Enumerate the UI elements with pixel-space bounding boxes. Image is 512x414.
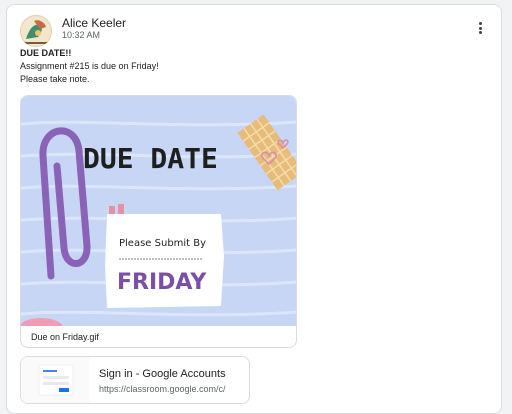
message-line: Assignment #215 is due on Friday! [20, 61, 159, 71]
author-name: Alice Keeler [62, 16, 127, 30]
attachment-filename: Due on Friday.gif [31, 332, 99, 342]
post-message: DUE DATE!! Assignment #215 is due on Fri… [20, 47, 159, 86]
gif-day: FRIDAY [117, 270, 207, 295]
gif-subheading: Please Submit By [119, 238, 206, 249]
gif-attachment[interactable]: DUE DATE Please Submit By FRIDAY Due on … [20, 95, 297, 348]
gif-heading: DUE DATE [83, 142, 218, 175]
stream-post-card: Alice Keeler 10:32 AM DUE DATE!! Assignm… [6, 4, 502, 414]
link-url: https://classroom.google.com/c/ [99, 384, 226, 394]
post-time: 10:32 AM [62, 30, 101, 40]
avatar-image [20, 15, 52, 47]
google-signin-thumbnail-icon [21, 357, 89, 403]
message-line: Please take note. [20, 74, 90, 84]
link-attachment[interactable]: Sign in - Google Accounts https://classr… [20, 356, 250, 404]
link-title: Sign in - Google Accounts [99, 368, 226, 380]
link-thumbnail [21, 357, 89, 403]
author-avatar[interactable] [20, 15, 52, 47]
due-date-gif-image: DUE DATE Please Submit By FRIDAY [21, 96, 296, 326]
more-vert-icon[interactable] [473, 19, 487, 37]
message-title: DUE DATE!! [20, 48, 72, 58]
